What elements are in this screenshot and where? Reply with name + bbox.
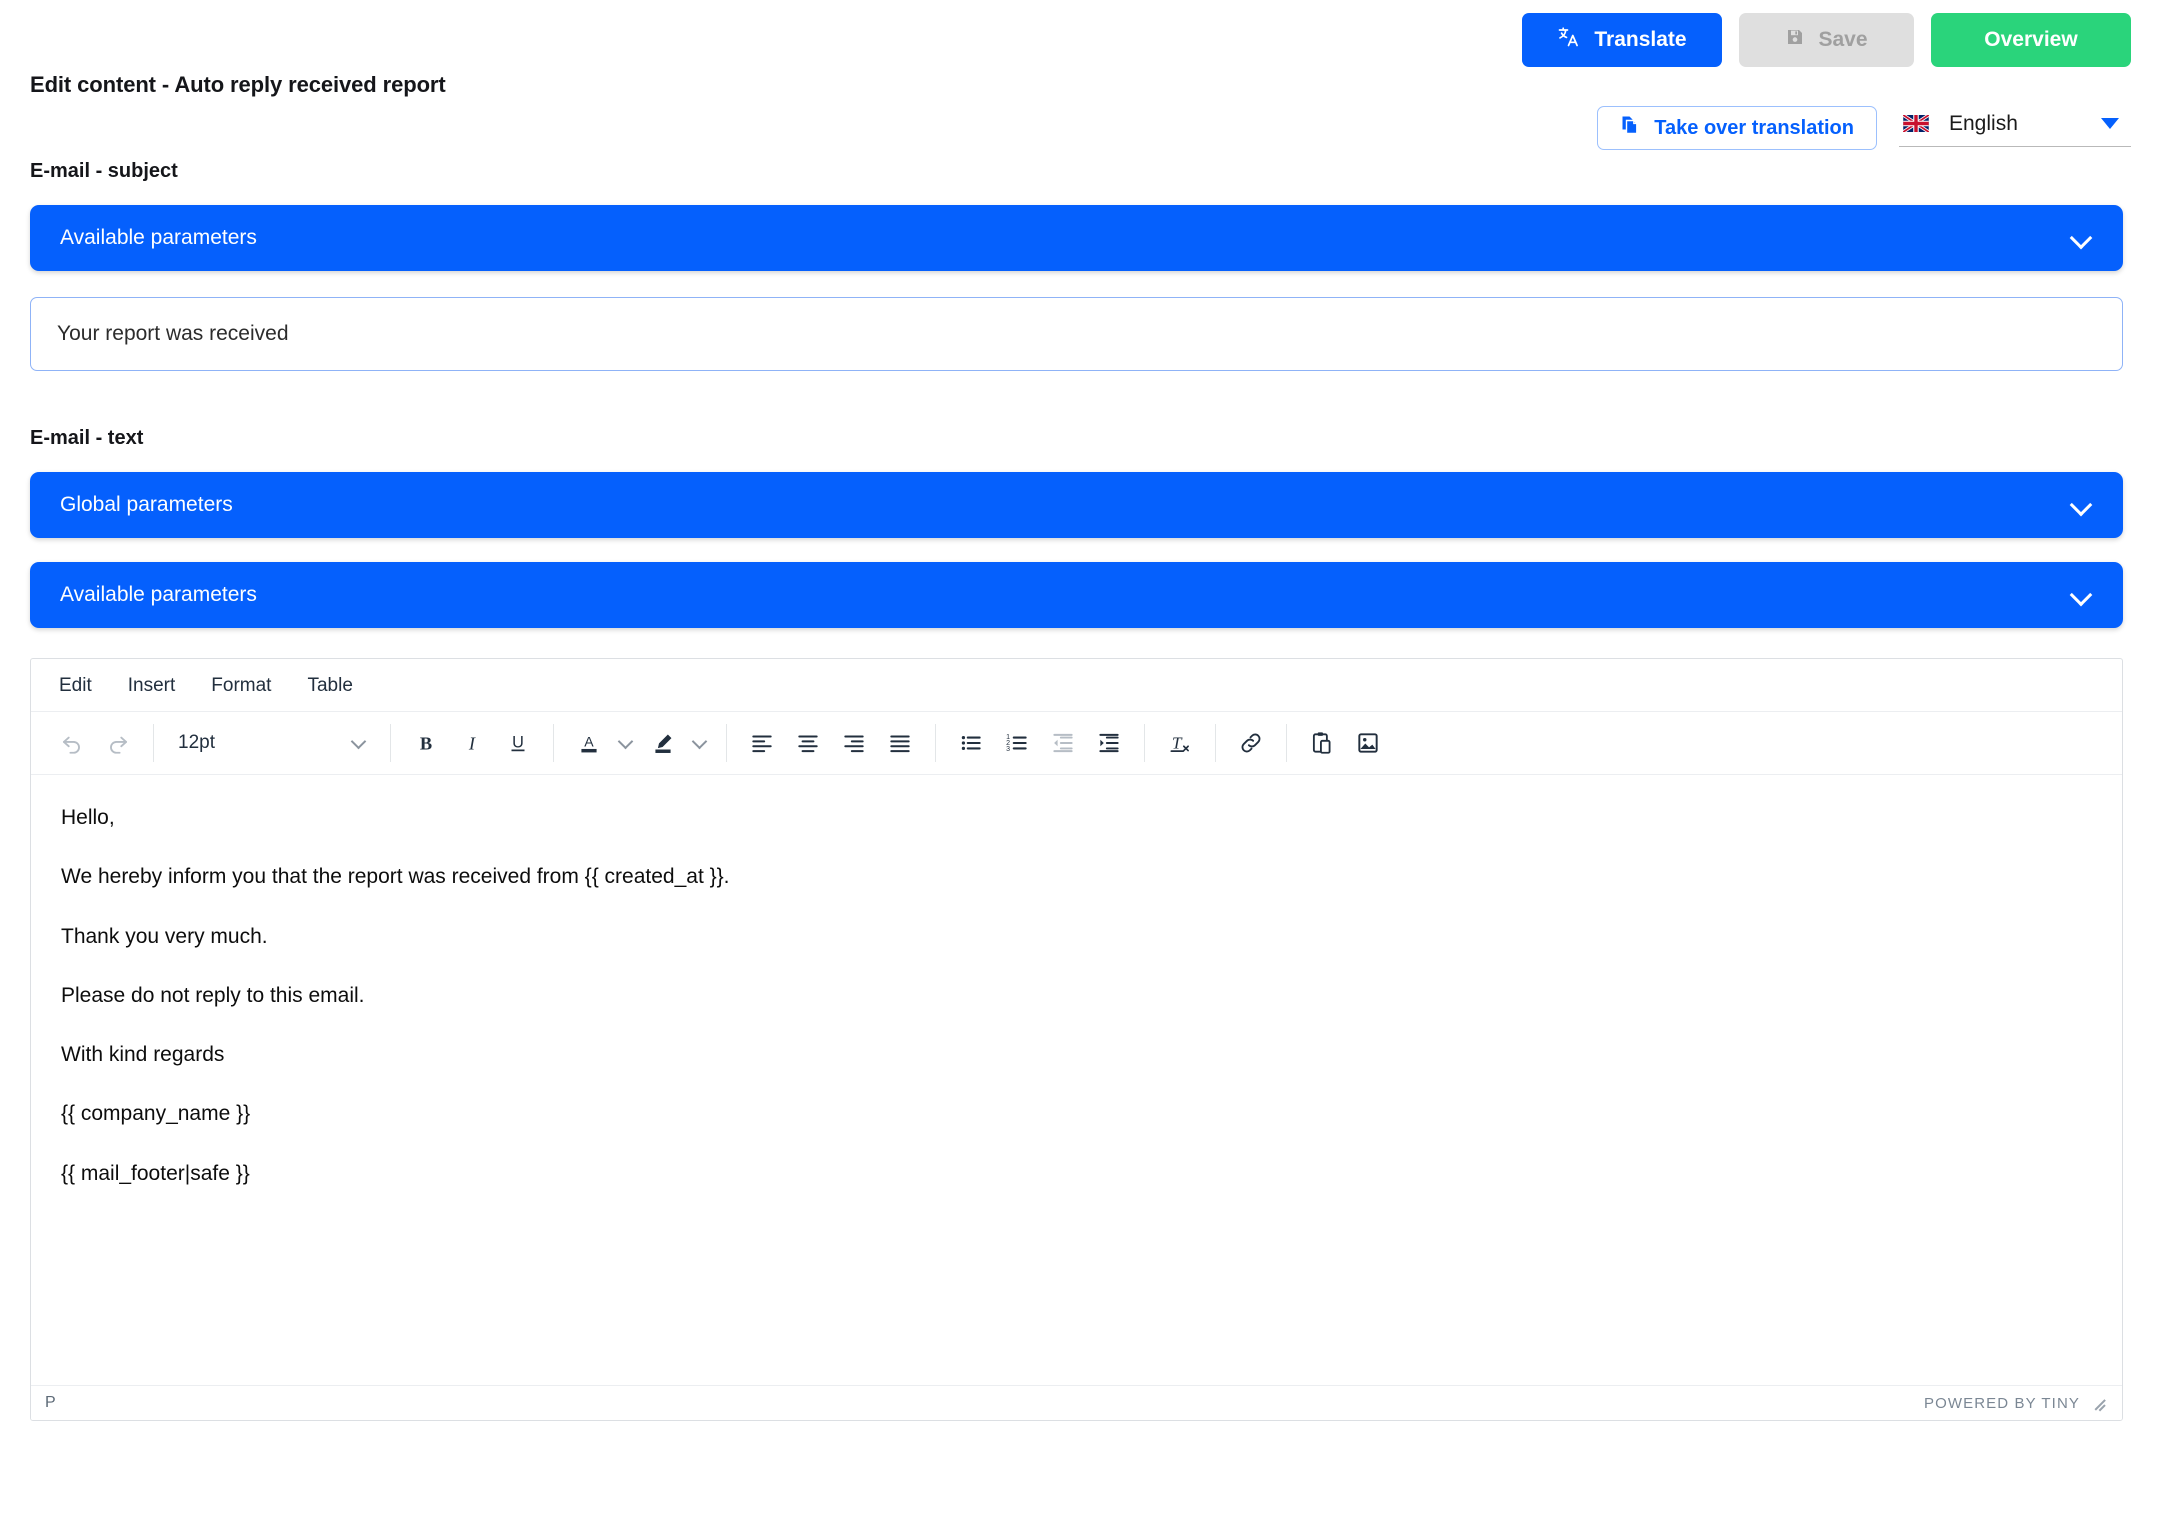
translate-button[interactable]: Translate xyxy=(1522,13,1722,67)
uk-flag-icon xyxy=(1902,113,1930,134)
translate-icon xyxy=(1557,25,1581,55)
email-subject-section: E-mail - subject Available parameters xyxy=(0,160,2159,371)
element-path[interactable]: P xyxy=(45,1394,56,1412)
menu-format[interactable]: Format xyxy=(197,669,285,703)
text-available-parameters-accordion[interactable]: Available parameters xyxy=(30,562,2123,628)
header-primary-actions: Translate Save Overview xyxy=(1522,13,2131,67)
toolbar-divider xyxy=(153,724,154,762)
overview-button-label: Overview xyxy=(1984,28,2078,51)
take-over-translation-button[interactable]: Take over translation xyxy=(1597,106,1877,150)
image-icon[interactable] xyxy=(1345,720,1391,766)
svg-text:U: U xyxy=(512,733,524,751)
editor-paragraph: {{ company_name }} xyxy=(61,1102,251,1126)
clear-formatting-icon[interactable]: T xyxy=(1157,720,1203,766)
svg-text:3: 3 xyxy=(1006,746,1010,753)
chevron-down-icon xyxy=(2101,118,2119,129)
menu-insert[interactable]: Insert xyxy=(114,669,190,703)
text-color-icon[interactable]: A xyxy=(566,720,612,766)
link-icon[interactable] xyxy=(1228,720,1274,766)
menu-edit[interactable]: Edit xyxy=(45,669,106,703)
editor-paragraph: Hello, xyxy=(61,806,115,829)
copy-document-icon xyxy=(1620,115,1640,142)
chevron-down-icon xyxy=(2071,227,2093,249)
global-parameters-label: Global parameters xyxy=(60,493,233,516)
header-secondary-actions: Take over translation English xyxy=(1597,106,2131,150)
menu-table[interactable]: Table xyxy=(293,669,366,703)
chevron-down-icon xyxy=(352,736,366,750)
subject-input[interactable] xyxy=(55,321,2098,347)
toolbar-divider xyxy=(1286,724,1287,762)
italic-icon[interactable]: I xyxy=(449,720,495,766)
toolbar-divider xyxy=(935,724,936,762)
underline-icon[interactable]: U xyxy=(495,720,541,766)
text-color-chevron-icon[interactable] xyxy=(612,720,640,766)
svg-text:I: I xyxy=(468,734,476,754)
numbered-list-icon[interactable]: 1 2 3 xyxy=(994,720,1040,766)
global-parameters-accordion[interactable]: Global parameters xyxy=(30,472,2123,538)
undo-icon[interactable] xyxy=(49,720,95,766)
redo-icon[interactable] xyxy=(95,720,141,766)
floppy-disk-icon xyxy=(1785,27,1805,53)
editor-paragraph: With kind regards xyxy=(61,1043,225,1066)
svg-text:A: A xyxy=(584,733,594,749)
language-select[interactable]: English xyxy=(1899,110,2131,147)
editor-paragraph: Thank you very much. xyxy=(61,924,268,948)
editor-paragraph: We hereby inform you that the report was… xyxy=(61,865,730,889)
text-available-parameters-label: Available parameters xyxy=(60,583,257,606)
page-header: Edit content - Auto reply received repor… xyxy=(0,0,2159,160)
bullet-list-icon[interactable] xyxy=(948,720,994,766)
font-size-select[interactable]: 12pt xyxy=(166,721,378,765)
indent-icon[interactable] xyxy=(1086,720,1132,766)
email-text-label: E-mail - text xyxy=(30,427,144,449)
resize-handle[interactable] xyxy=(2092,1395,2108,1411)
align-center-icon[interactable] xyxy=(785,720,831,766)
tiny-branding: POWERED BY TINY xyxy=(1924,1394,2080,1412)
email-subject-label: E-mail - subject xyxy=(30,160,178,182)
outdent-icon[interactable] xyxy=(1040,720,1086,766)
overview-button[interactable]: Overview xyxy=(1931,13,2131,67)
align-left-icon[interactable] xyxy=(739,720,785,766)
editor-paragraph: {{ mail_footer|safe }} xyxy=(61,1161,250,1185)
svg-text:B: B xyxy=(420,734,432,754)
page-title: Edit content - Auto reply received repor… xyxy=(30,72,446,97)
language-select-value: English xyxy=(1949,111,2018,135)
rich-text-editor: Edit Insert Format Table 12pt B I U A 1 … xyxy=(30,658,2123,1421)
toolbar-divider xyxy=(1215,724,1216,762)
subject-available-parameters-accordion[interactable]: Available parameters xyxy=(30,205,2123,271)
highlight-color-chevron-icon[interactable] xyxy=(686,720,714,766)
toolbar-divider xyxy=(553,724,554,762)
chevron-down-icon xyxy=(2071,584,2093,606)
save-button-label: Save xyxy=(1818,28,1868,51)
translate-button-label: Translate xyxy=(1594,28,1687,51)
bold-icon[interactable]: B xyxy=(403,720,449,766)
email-text-section: E-mail - text Global parameters Availabl… xyxy=(0,427,2159,628)
align-right-icon[interactable] xyxy=(831,720,877,766)
svg-text:T: T xyxy=(1172,733,1183,752)
highlight-color-icon[interactable] xyxy=(640,720,686,766)
subject-input-wrapper[interactable] xyxy=(30,297,2123,371)
font-size-value: 12pt xyxy=(178,732,215,753)
toolbar-divider xyxy=(1144,724,1145,762)
paste-icon[interactable] xyxy=(1299,720,1345,766)
toolbar-divider xyxy=(390,724,391,762)
editor-paragraph: Please do not reply to this email. xyxy=(61,983,365,1007)
subject-available-parameters-label: Available parameters xyxy=(60,226,257,249)
save-button[interactable]: Save xyxy=(1739,13,1914,67)
align-justify-icon[interactable] xyxy=(877,720,923,766)
toolbar-divider xyxy=(726,724,727,762)
editor-statusbar: P POWERED BY TINY xyxy=(31,1385,2122,1420)
editor-menubar: Edit Insert Format Table xyxy=(31,659,2122,712)
chevron-down-icon xyxy=(2071,494,2093,516)
editor-toolbar: 12pt B I U A 1 2 3 T xyxy=(31,712,2122,775)
editor-content-area[interactable]: Hello, We hereby inform you that the rep… xyxy=(31,775,2122,1385)
take-over-translation-label: Take over translation xyxy=(1654,116,1854,139)
